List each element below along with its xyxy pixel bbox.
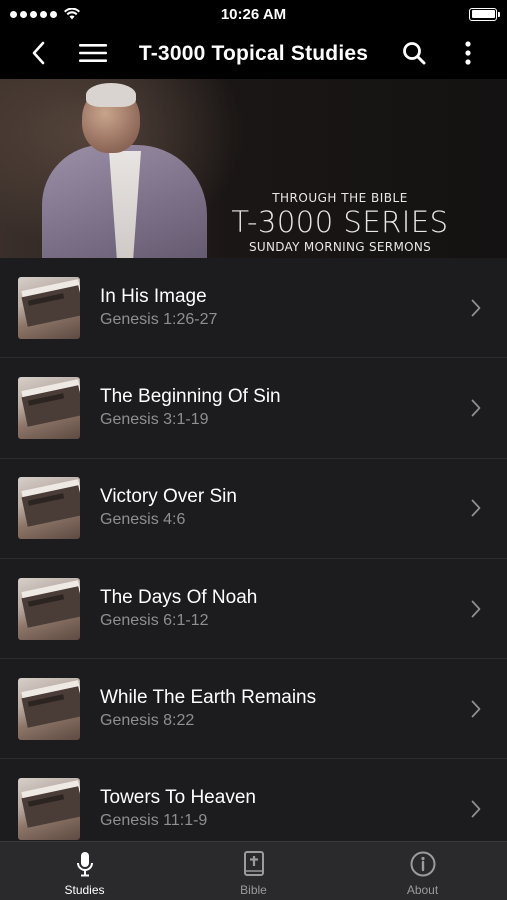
info-icon	[410, 851, 435, 877]
study-reference: Genesis 8:22	[100, 711, 195, 729]
chevron-right-icon	[471, 399, 481, 417]
bible-icon	[243, 851, 264, 876]
status-bar: 10:26 AM	[0, 0, 507, 28]
chevron-right-icon	[471, 800, 481, 818]
study-title: The Beginning Of Sin	[100, 385, 281, 407]
study-thumbnail	[18, 577, 80, 640]
study-title: In His Image	[100, 285, 207, 307]
studies-list: In His Image Genesis 1:26-27 The Beginnin…	[0, 258, 507, 841]
study-reference: Genesis 3:1-19	[100, 410, 209, 428]
list-item[interactable]: While The Earth Remains Genesis 8:22	[0, 659, 507, 760]
banner-line-1: THROUGH THE BIBLE	[272, 191, 408, 205]
study-reference: Genesis 4:6	[100, 511, 186, 529]
search-icon	[403, 42, 426, 65]
search-button[interactable]	[394, 33, 434, 73]
study-reference: Genesis 11:1-9	[100, 812, 208, 830]
tab-bible-label: Bible	[240, 883, 267, 897]
study-title: Towers To Heaven	[100, 787, 256, 809]
tab-bar: Studies Bible About	[0, 841, 507, 900]
list-item[interactable]: Towers To Heaven Genesis 11:1-9	[0, 759, 507, 841]
banner-line-3: SUNDAY MORNING SERMONS	[248, 240, 432, 254]
menu-button[interactable]	[73, 33, 113, 73]
tab-studies-label: Studies	[64, 883, 105, 897]
banner-series-title: T-3000 SERIES	[231, 205, 449, 239]
chevron-right-icon	[471, 600, 481, 617]
more-options-button[interactable]	[448, 33, 488, 73]
chevron-left-icon	[32, 41, 45, 65]
hamburger-menu-icon	[79, 44, 107, 62]
study-title: While The Earth Remains	[100, 686, 317, 708]
navigation-bar: T-3000 Topical Studies	[0, 28, 507, 79]
tab-about-label: About	[406, 883, 439, 897]
more-vertical-icon	[465, 41, 471, 65]
study-thumbnail	[18, 477, 80, 540]
tab-bible[interactable]: Bible	[169, 842, 338, 900]
battery-icon	[469, 7, 500, 21]
back-button[interactable]	[18, 33, 58, 73]
tab-about[interactable]: About	[338, 842, 507, 900]
study-title: Victory Over Sin	[100, 486, 237, 508]
chevron-right-icon	[471, 299, 481, 317]
study-title: The Days Of Noah	[100, 586, 258, 608]
study-thumbnail	[18, 376, 80, 439]
list-item[interactable]: In His Image Genesis 1:26-27	[0, 258, 507, 359]
list-item[interactable]: The Beginning Of Sin Genesis 3:1-19	[0, 358, 507, 459]
chevron-right-icon	[471, 700, 481, 718]
list-item[interactable]: The Days Of Noah Genesis 6:1-12	[0, 558, 507, 660]
signal-strength-icon	[10, 8, 80, 20]
study-reference: Genesis 1:26-27	[100, 310, 218, 328]
chevron-right-icon	[471, 499, 481, 517]
wifi-icon	[64, 8, 80, 20]
list-item[interactable]: Victory Over Sin Genesis 4:6	[0, 458, 507, 559]
study-thumbnail	[18, 778, 80, 841]
study-thumbnail	[18, 276, 80, 339]
study-reference: Genesis 6:1-12	[100, 611, 209, 629]
tab-studies[interactable]: Studies	[0, 842, 169, 900]
microphone-icon	[76, 852, 93, 877]
study-thumbnail	[18, 677, 80, 740]
series-banner: THROUGH THE BIBLE T-3000 SERIES SUNDAY M…	[0, 79, 507, 258]
